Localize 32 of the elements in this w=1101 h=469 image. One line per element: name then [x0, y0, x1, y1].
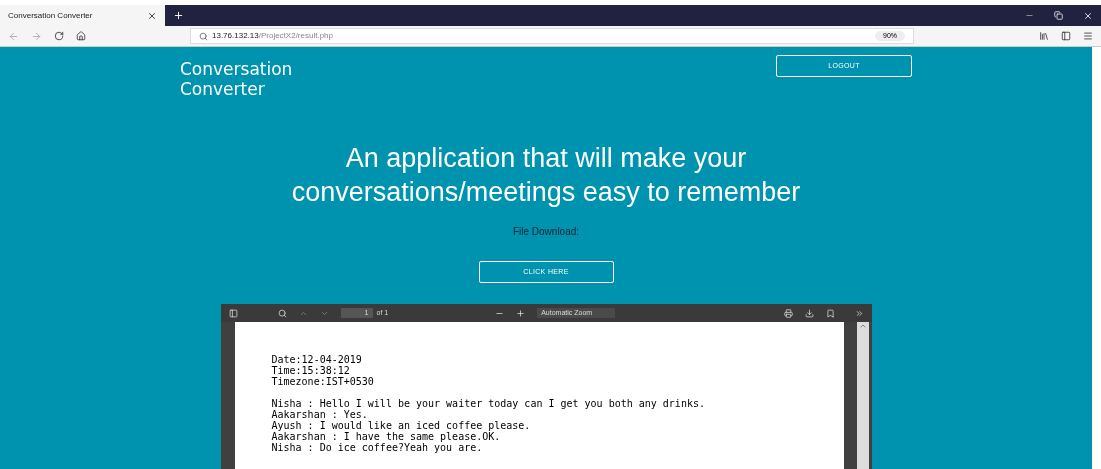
document-line: Aakarshan : Yes.	[271, 409, 368, 420]
document-line: Nisha : Do ice coffee?Yeah you are.	[271, 442, 483, 453]
url-text: 13.76.132.13/ProjectX2/result.php	[212, 30, 333, 42]
document-line: Aakarshan : I have the same please.OK.	[271, 431, 501, 442]
document-line: Ayush : I would like an iced coffee please.	[271, 420, 531, 431]
print-icon[interactable]	[783, 308, 793, 318]
close-window-icon[interactable]	[1083, 10, 1093, 21]
search-icon	[199, 31, 208, 41]
close-icon[interactable]	[147, 10, 157, 21]
library-icon[interactable]	[1039, 31, 1049, 41]
bookmark-icon[interactable]	[825, 308, 835, 318]
document-line: Timezone:IST+0530	[271, 376, 374, 387]
document-line: Date:12-04-2019	[271, 354, 362, 365]
logo-text: Conversation Converter	[180, 59, 293, 99]
restore-icon[interactable]	[1054, 11, 1063, 20]
sidebar-icon[interactable]	[1061, 31, 1071, 41]
new-tab-icon[interactable]	[173, 10, 184, 21]
zoom-in-icon[interactable]	[516, 308, 526, 318]
scrollbar[interactable]	[856, 322, 869, 469]
document-line: Time:15:38:12	[271, 365, 350, 376]
home-icon[interactable]	[76, 31, 86, 41]
more-tools-icon[interactable]	[854, 308, 864, 318]
document-line: Nisha : Hello I will be your waiter today can I get you both any drinks.	[271, 398, 705, 409]
hero-heading: An application that will make your conversations/meetings easy to remember	[291, 142, 801, 209]
search-icon[interactable]	[277, 308, 287, 318]
download-label: File Download:	[512, 225, 580, 239]
browser-tab[interactable]: Conversation Converter	[0, 5, 165, 26]
reload-icon[interactable]	[54, 31, 64, 41]
scroll-up-icon[interactable]	[858, 322, 867, 330]
sidebar-toggle-icon[interactable]	[228, 308, 238, 318]
menu-icon[interactable]	[1083, 31, 1093, 41]
download-icon[interactable]	[804, 308, 814, 318]
